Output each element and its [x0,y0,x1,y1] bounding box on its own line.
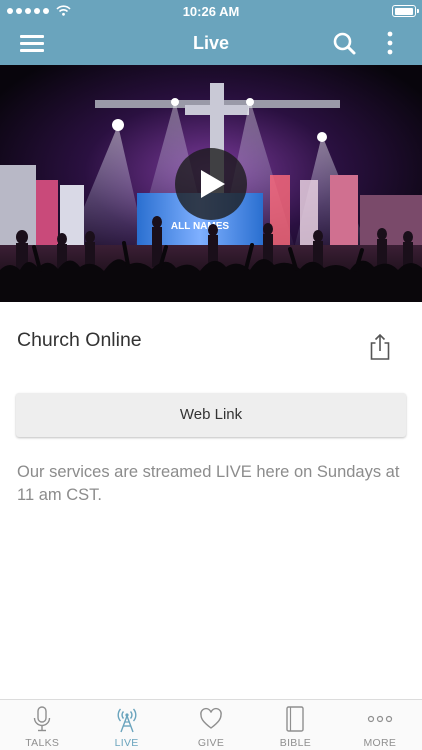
status-time: 10:26 AM [182,4,240,19]
search-button[interactable] [332,31,358,57]
play-icon [201,170,225,198]
navigation-bar: Live [0,22,422,65]
stream-description: Our services are streamed LIVE here on S… [17,463,400,504]
stage-screen-text: ALL NAMES [171,221,229,232]
tab-label: MORE [363,737,397,749]
microphone-icon [34,706,51,732]
tab-label: LIVE [114,737,139,749]
share-icon [370,333,390,360]
tab-live[interactable]: LIVE [84,700,168,750]
page-title: Live [192,33,230,53]
share-button[interactable] [367,333,393,361]
heart-icon [200,707,222,729]
bottom-tab-bar: TALKS LIVE GIVE BIBLE MORE [0,699,422,750]
tab-give[interactable]: GIVE [169,700,253,750]
vertical-ellipsis-icon [387,31,393,55]
search-icon [333,32,356,55]
tab-label: BIBLE [279,737,312,749]
play-button[interactable] [175,148,247,220]
ellipsis-icon [367,715,392,723]
web-link-button[interactable]: Web Link [16,393,406,437]
tab-label: TALKS [25,737,60,749]
broadcast-tower-icon [117,708,137,733]
more-options-button[interactable] [380,29,400,57]
battery-icon [392,5,419,17]
tab-talks[interactable]: TALKS [0,700,84,750]
app-header: 10:26 AM Live [0,0,422,65]
live-video-player[interactable]: ALL NAMES [0,65,422,302]
status-bar: 10:26 AM [0,0,422,22]
tab-bible[interactable]: BIBLE [253,700,337,750]
tab-label: GIVE [197,737,225,749]
stream-title: Church Online [17,329,142,351]
tab-more[interactable]: MORE [338,700,422,750]
book-icon [286,706,305,732]
